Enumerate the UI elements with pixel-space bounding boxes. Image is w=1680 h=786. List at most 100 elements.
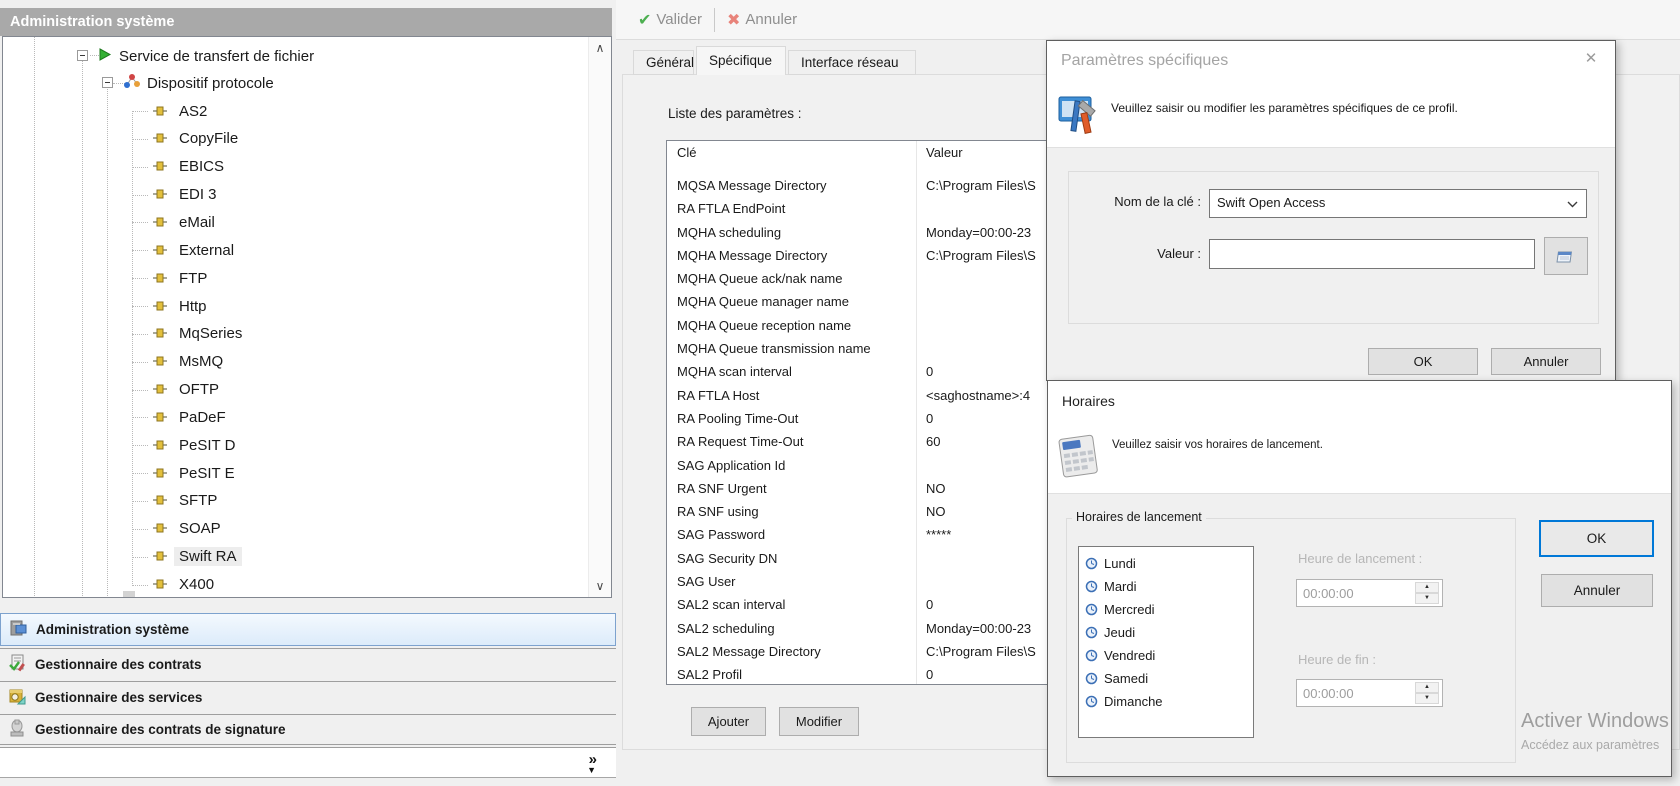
dialog-description: Veuillez saisir vos horaires de lancemen… — [1112, 439, 1323, 451]
tab-general[interactable]: Général — [633, 50, 694, 75]
start-time-spinner[interactable]: 00:00:00 ▲ ▼ — [1296, 579, 1443, 607]
device-icon — [153, 465, 167, 482]
ajouter-button[interactable]: Ajouter — [691, 707, 766, 736]
cancel-button[interactable]: Annuler — [745, 11, 797, 28]
tree-item-http[interactable]: Http — [153, 292, 212, 320]
device-icon — [153, 242, 167, 259]
tree-item-ebics[interactable]: EBICS — [153, 153, 229, 181]
device-icon — [153, 576, 167, 593]
tree-scrollbar[interactable]: ∧ ∨ — [588, 37, 611, 597]
column-header-cle[interactable]: Clé — [677, 145, 697, 160]
param-cancel-button[interactable]: Annuler — [1491, 348, 1601, 375]
parameter-list-label: Liste des paramètres : — [668, 106, 802, 121]
nav-item-label: Gestionnaire des contrats — [35, 657, 202, 672]
tree-item-padef[interactable]: PaDeF — [153, 403, 231, 431]
tree-item-msmq[interactable]: MsMQ — [153, 348, 228, 376]
tree-item-as2[interactable]: AS2 — [153, 97, 212, 125]
scroll-up-icon[interactable]: ∧ — [589, 41, 611, 55]
system-tree: Service de transfert de fichier Disposit… — [2, 36, 612, 598]
key-name-combobox[interactable]: Swift Open Access — [1209, 189, 1587, 218]
dialog-title: Horaires — [1062, 393, 1115, 409]
tree-item-edi3[interactable]: EDI 3 — [153, 181, 222, 209]
validate-button[interactable]: Valider — [656, 11, 702, 28]
param-ok-button[interactable]: OK — [1368, 348, 1478, 375]
tree-item-ftp[interactable]: FTP — [153, 264, 212, 292]
clock-icon — [1085, 695, 1098, 708]
column-header-valeur[interactable]: Valeur — [926, 145, 963, 160]
services-icon — [7, 686, 27, 709]
protocol-device-icon — [123, 73, 140, 94]
modifier-button[interactable]: Modifier — [779, 707, 859, 736]
day-item-jeudi[interactable]: Jeudi — [1085, 621, 1135, 643]
tree-item-external[interactable]: External — [153, 236, 239, 264]
tree-item-oftp[interactable]: OFTP — [153, 376, 224, 404]
tree-item-copyfile[interactable]: CopyFile — [153, 125, 243, 153]
device-icon — [153, 381, 167, 398]
day-item-mercredi[interactable]: Mercredi — [1085, 598, 1155, 620]
device-icon — [153, 325, 167, 342]
nav-item-gestionnaire-contrats[interactable]: Gestionnaire des contrats — [0, 648, 616, 679]
tab-interface-reseau[interactable]: Interface réseau — [788, 50, 916, 75]
spin-down-icon[interactable]: ▼ — [1415, 693, 1439, 704]
horaires-ok-button[interactable]: OK — [1539, 520, 1654, 557]
end-time-spinner[interactable]: 00:00:00 ▲ ▼ — [1296, 679, 1443, 707]
computer-icon — [8, 618, 28, 641]
collapse-toggle[interactable] — [77, 50, 88, 61]
nav-item-administration-systeme[interactable]: Administration système — [0, 613, 616, 646]
tree-item-soap[interactable]: SOAP — [153, 515, 226, 543]
end-time-value: 00:00:00 — [1303, 686, 1354, 701]
day-item-vendredi[interactable]: Vendredi — [1085, 644, 1155, 666]
close-icon[interactable]: ✕ — [1580, 48, 1602, 70]
tree-item-service-transfert[interactable]: Service de transfert de fichier — [97, 42, 314, 70]
nav-item-label: Gestionnaire des contrats de signature — [35, 722, 286, 737]
clock-icon — [1085, 649, 1098, 662]
value-label: Valeur : — [1071, 246, 1201, 261]
device-icon — [153, 130, 167, 147]
device-icon — [153, 492, 167, 509]
device-icon — [153, 214, 167, 231]
dialog-header — [1048, 381, 1671, 494]
spin-down-icon[interactable]: ▼ — [1415, 593, 1439, 604]
day-item-mardi[interactable]: Mardi — [1085, 575, 1137, 597]
day-item-lundi[interactable]: Lundi — [1085, 552, 1136, 574]
tree-item-dispositif-protocole[interactable]: Dispositif protocole — [123, 69, 274, 97]
nav-item-gestionnaire-services[interactable]: Gestionnaire des services — [0, 681, 616, 712]
horaires-cancel-button[interactable]: Annuler — [1541, 574, 1653, 607]
reset-value-button[interactable] — [1544, 237, 1588, 275]
device-icon — [153, 409, 167, 426]
scroll-down-icon[interactable]: ∨ — [589, 579, 611, 593]
note-icon — [1556, 248, 1576, 265]
device-icon — [153, 158, 167, 175]
device-icon — [153, 103, 167, 120]
tree-item-pesit-e[interactable]: PeSIT E — [153, 459, 240, 487]
device-icon — [153, 353, 167, 370]
day-item-dimanche[interactable]: Dimanche — [1085, 690, 1163, 712]
nav-item-gestionnaire-contrats-signature[interactable]: Gestionnaire des contrats de signature — [0, 714, 616, 745]
value-input[interactable] — [1209, 239, 1535, 269]
collapse-toggle[interactable] — [102, 77, 113, 88]
horaires-group-label: Horaires de lancement — [1072, 510, 1206, 524]
play-icon — [97, 47, 112, 66]
partial-tree-item — [123, 591, 135, 598]
days-listbox[interactable]: Lundi Mardi Mercredi Jeudi Vendredi Same… — [1078, 546, 1254, 738]
start-time-value: 00:00:00 — [1303, 586, 1354, 601]
overflow-dropdown-icon[interactable]: ▼ — [587, 765, 596, 775]
tree-guide — [82, 57, 83, 598]
device-icon — [153, 298, 167, 315]
device-icon — [153, 520, 167, 537]
tree-item-mqseries[interactable]: MqSeries — [153, 320, 247, 348]
tree-item-swift-ra[interactable]: Swift RA — [153, 543, 242, 571]
tree-item-email[interactable]: eMail — [153, 208, 220, 236]
nav-overflow-row[interactable]: » ▼ — [0, 747, 616, 778]
tree-guide — [107, 87, 108, 598]
tree-item-pesit-d[interactable]: PeSIT D — [153, 431, 240, 459]
tree-guide — [132, 113, 133, 584]
tab-specifique[interactable]: Spécifique — [696, 46, 786, 75]
spin-up-icon[interactable]: ▲ — [1415, 682, 1439, 693]
spin-up-icon[interactable]: ▲ — [1415, 582, 1439, 593]
clock-icon — [1085, 626, 1098, 639]
tree-item-x400[interactable]: X400 — [153, 571, 219, 599]
day-item-samedi[interactable]: Samedi — [1085, 667, 1148, 689]
tree-item-sftp[interactable]: SFTP — [153, 487, 222, 515]
tree-guide — [34, 37, 35, 598]
